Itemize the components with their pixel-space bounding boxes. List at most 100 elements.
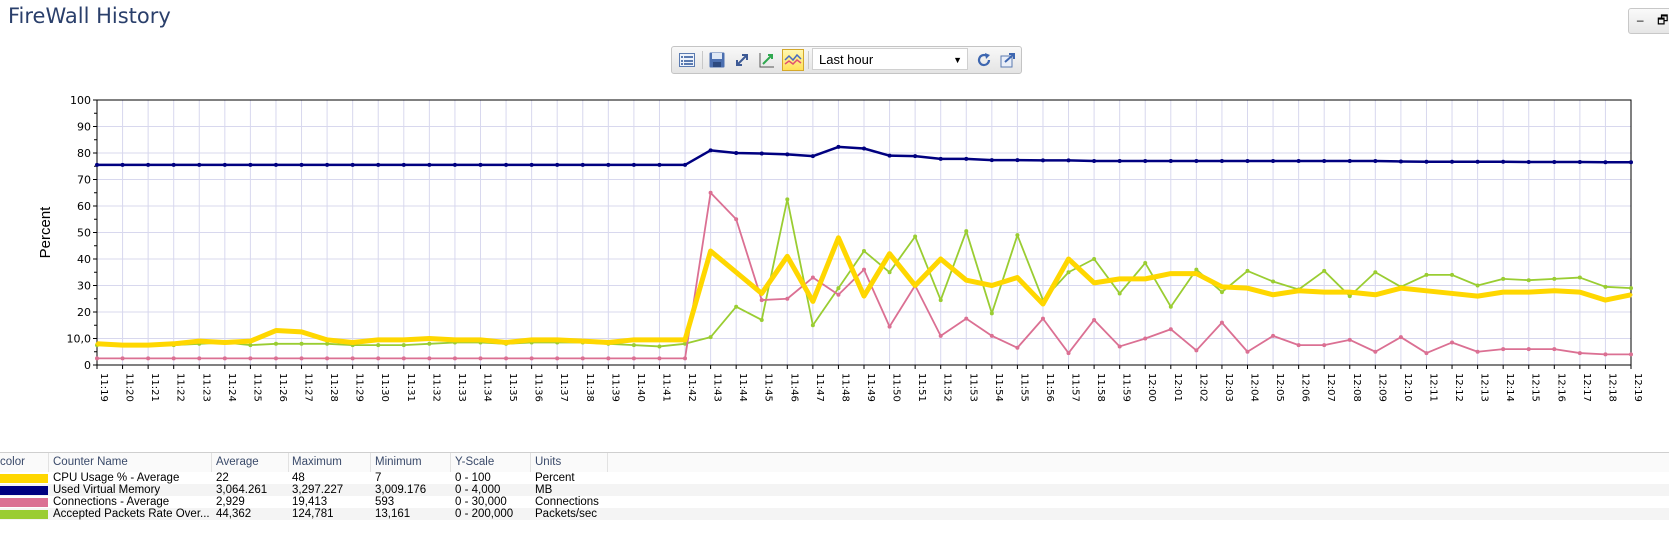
restore-button[interactable]: 🗗 [1652, 9, 1669, 33]
x-tick-label: 11:31 [405, 373, 416, 402]
data-point [222, 356, 227, 361]
data-point [1552, 347, 1557, 352]
data-point [376, 338, 380, 342]
minimize-button[interactable]: – [1629, 9, 1652, 33]
data-point [1066, 351, 1071, 356]
data-point [555, 356, 560, 361]
x-tick-label: 11:44 [737, 373, 748, 402]
header-average[interactable]: Average [216, 453, 289, 472]
legend-units: Percent [535, 472, 575, 484]
data-point [504, 340, 508, 344]
legend-row[interactable]: CPU Usage % - Average 22 48 7 0 - 100 Percent [0, 472, 1669, 484]
header-color[interactable]: color [0, 453, 49, 472]
data-point [759, 298, 764, 303]
data-point [248, 162, 253, 167]
y-tick-label: 60 [77, 200, 91, 213]
data-point [1194, 158, 1199, 163]
color-swatch [0, 510, 48, 519]
x-tick-label: 11:53 [967, 373, 978, 402]
refresh-button[interactable] [973, 49, 995, 71]
data-point [964, 156, 969, 161]
counter-legend-table: color Counter Name Average Maximum Minim… [0, 452, 1669, 520]
data-point [1373, 349, 1378, 354]
data-point [1603, 352, 1608, 357]
data-point [1322, 268, 1327, 273]
data-point [683, 162, 688, 167]
x-tick-label: 11:20 [124, 373, 135, 402]
export-button[interactable] [997, 49, 1019, 71]
color-swatch [0, 486, 48, 495]
x-tick-label: 11:36 [533, 373, 544, 402]
data-point [1194, 272, 1198, 276]
x-tick-label: 11:26 [277, 373, 288, 402]
legend-toggle-button[interactable] [676, 49, 698, 71]
data-point [606, 340, 610, 344]
save-button[interactable] [706, 49, 728, 71]
header-minimum[interactable]: Minimum [375, 453, 451, 472]
data-point [427, 341, 432, 346]
data-point [1092, 281, 1096, 285]
header-counter-name[interactable]: Counter Name [53, 453, 212, 472]
x-tick-label: 12:19 [1632, 373, 1643, 402]
data-point [1373, 158, 1378, 163]
x-tick-label: 12:05 [1274, 373, 1285, 402]
data-point [529, 356, 534, 361]
data-point [273, 162, 278, 167]
legend-row[interactable]: Connections - Average 2,929 19,413 593 0 - 3… [0, 496, 1669, 508]
x-tick-label: 11:52 [942, 373, 953, 402]
data-point [1015, 345, 1020, 350]
scale-button[interactable] [756, 49, 778, 71]
time-range-dropdown[interactable]: Last hour ▼ [812, 48, 968, 70]
data-point [862, 267, 866, 272]
color-swatch [0, 498, 48, 507]
data-point [555, 338, 559, 342]
data-point [1168, 304, 1173, 309]
expand-button[interactable] [731, 49, 753, 71]
legend-row[interactable]: Accepted Packets Rate Over... 44,362 124,7… [0, 508, 1669, 520]
data-point [401, 356, 406, 361]
window-controls: – 🗗 [1628, 8, 1669, 34]
x-tick-label: 11:35 [507, 373, 518, 402]
data-point [325, 356, 330, 361]
header-units[interactable]: Units [535, 453, 608, 472]
list-icon [679, 53, 695, 67]
data-point [1373, 293, 1377, 297]
data-point [1041, 302, 1045, 306]
data-point [734, 217, 739, 222]
legend-row[interactable]: Used Virtual Memory 3,064.261 3,297.227 3,0… [0, 484, 1669, 496]
data-point [1577, 160, 1582, 165]
data-point [351, 340, 355, 344]
data-point [95, 162, 99, 167]
data-point [862, 294, 866, 298]
data-point [325, 162, 330, 167]
data-point [734, 304, 739, 309]
header-maximum[interactable]: Maximum [292, 453, 371, 472]
legend-average: 44,362 [216, 508, 252, 520]
data-point [734, 270, 738, 274]
x-tick-label: 11:33 [456, 373, 467, 402]
data-point [146, 343, 150, 347]
time-range-value: Last hour [819, 52, 874, 67]
data-point [273, 356, 278, 361]
data-point [1092, 257, 1097, 261]
legend-header-row: color Counter Name Average Maximum Minim… [0, 453, 1669, 472]
data-point [606, 356, 611, 361]
data-point [1067, 257, 1071, 261]
legend-name: Connections - Average [53, 496, 170, 508]
x-tick-label: 11:27 [303, 373, 314, 402]
x-tick-label: 12:15 [1530, 373, 1541, 402]
header-y-scale[interactable]: Y-Scale [455, 453, 531, 472]
data-point [708, 190, 713, 195]
data-point [223, 340, 227, 344]
data-point [401, 343, 406, 348]
data-point [1143, 260, 1148, 265]
data-point [632, 338, 636, 342]
legend-maximum: 3,297.227 [292, 484, 344, 496]
data-point [1577, 351, 1582, 356]
data-point [1168, 327, 1173, 332]
x-tick-label: 11:32 [430, 373, 441, 402]
x-tick-label: 11:39 [609, 373, 620, 402]
data-point [222, 162, 227, 167]
data-point [402, 338, 406, 342]
chart-style-button[interactable] [782, 49, 804, 71]
